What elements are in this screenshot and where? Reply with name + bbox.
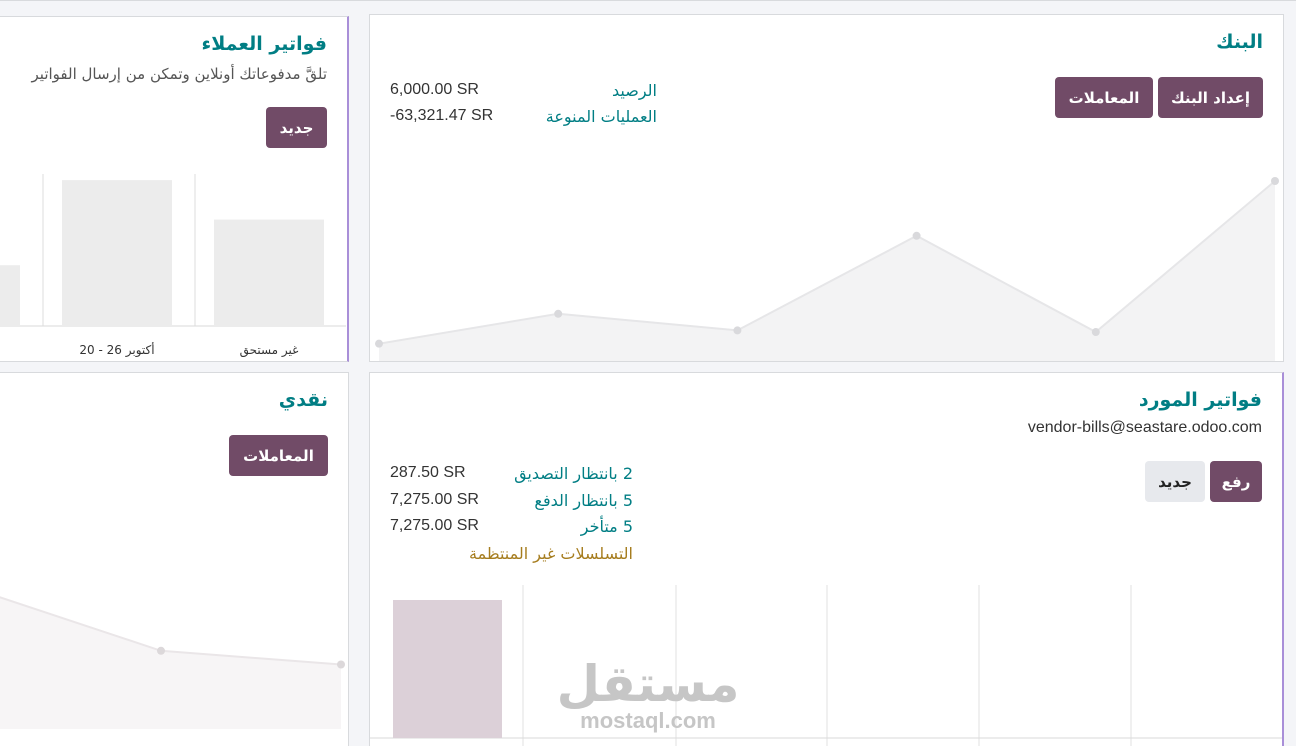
vendor-bills-title[interactable]: فواتير المورد (1139, 389, 1262, 411)
invoice-tick-label: 20 - 26 أكتوبر (79, 342, 154, 358)
invoice-tick-label: غير مستحق (240, 343, 299, 358)
customer-invoices-card: فواتير العملاء تلقَّ مدفوعاتك أونلاين وت… (0, 16, 349, 362)
bank-title[interactable]: البنك (1216, 31, 1263, 53)
irregular-sequences-label[interactable]: التسلسلات غير المنتظمة (469, 544, 633, 563)
vendor-bill-bar (393, 600, 502, 738)
cash-transactions-button[interactable]: المعاملات (229, 435, 328, 476)
customer-invoices-title[interactable]: فواتير العملاء (202, 33, 327, 55)
watermark-arabic: مستقل (557, 655, 740, 713)
bank-balance-chart[interactable] (370, 165, 1283, 361)
bank-misc-label[interactable]: العمليات المنوعة (546, 107, 657, 126)
chart-point (337, 660, 345, 669)
bills-to-pay-value: 7,275.00 SR (390, 491, 479, 508)
chart-point (375, 339, 383, 348)
bank-transactions-button[interactable]: المعاملات (1055, 77, 1153, 118)
bank-balance-label[interactable]: الرصيد (612, 81, 657, 100)
bills-late-label[interactable]: 5 متأخر (581, 517, 633, 536)
new-invoice-button[interactable]: جديد (266, 107, 327, 148)
bills-late-value: 7,275.00 SR (390, 517, 479, 534)
bills-to-validate-value: 287.50 SR (390, 464, 466, 481)
cash-card: نقدي المعاملات (0, 372, 349, 746)
vendor-bills-chart[interactable]: مستقل mostaql.com (370, 585, 1283, 746)
bank-journal-card: البنك إعداد البنك المعاملات الرصيد 6,000… (369, 14, 1284, 362)
cash-title[interactable]: نقدي (279, 389, 328, 411)
bills-to-validate-label[interactable]: 2 بانتظار التصديق (514, 464, 633, 483)
chart-point (733, 326, 742, 335)
vendor-bills-email: vendor-bills@seastare.odoo.com (1027, 419, 1262, 436)
customer-invoices-subtitle: تلقَّ مدفوعاتك أونلاين وتمكن من إرسال ال… (31, 65, 327, 83)
chart-point (157, 646, 165, 655)
customer-invoices-chart[interactable]: غير مستحق20 - 26 أكتوبر3 (0, 167, 346, 362)
bank-chart-area (379, 181, 1275, 361)
chart-point (1091, 328, 1100, 337)
invoice-bar (62, 180, 172, 326)
watermark: مستقل mostaql.com (557, 655, 740, 733)
chart-point (912, 231, 921, 240)
top-divider (0, 0, 1296, 1)
invoice-bar (0, 265, 20, 326)
invoice-bar (214, 219, 324, 326)
upload-bill-button[interactable]: رفع (1210, 461, 1262, 502)
bills-to-pay-label[interactable]: 5 بانتظار الدفع (534, 491, 633, 510)
bank-setup-button[interactable]: إعداد البنك (1158, 77, 1263, 118)
watermark-latin: mostaql.com (580, 708, 716, 733)
cash-balance-chart[interactable] (0, 583, 348, 746)
vendor-bills-card: فواتير المورد vendor-bills@seastare.odoo… (369, 372, 1284, 746)
bank-misc-value: -63,321.47 SR (390, 107, 494, 124)
chart-point (554, 309, 563, 318)
chart-point (1271, 177, 1279, 185)
bank-balance-value: 6,000.00 SR (390, 81, 479, 98)
new-bill-button[interactable]: جديد (1145, 461, 1205, 502)
